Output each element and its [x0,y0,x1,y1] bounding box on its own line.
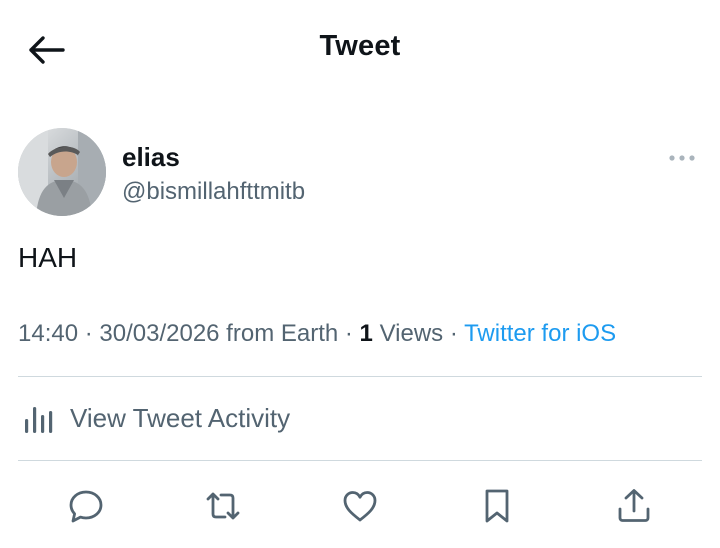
like-button[interactable] [336,478,384,534]
tweet-metadata: 14:40 · 30/03/2026 from Earth · 1 Views … [18,320,616,348]
tweet-text: HAH [18,242,78,273]
views-label: Views [372,320,444,347]
bookmark-button[interactable] [473,478,521,534]
more-horizontal-icon [669,155,695,161]
more-options-button[interactable] [662,146,702,170]
retweet-button[interactable] [199,478,247,534]
tweet-actions-bar [0,478,720,534]
avatar-photo [18,128,106,216]
reply-button[interactable] [62,478,110,534]
tweet-detail-page: Tweet elias @bismillahfttmitb HAH 14:40 … [0,0,720,548]
like-icon [343,491,377,522]
page-title: Tweet [319,30,401,62]
tweet-location: from Earth [219,320,339,347]
tweet-author: elias @bismillahfttmitb [18,128,702,218]
bookmark-icon [485,489,509,523]
share-icon [618,489,650,522]
top-bar: Tweet [0,0,720,100]
display-name[interactable]: elias [122,142,180,173]
user-handle[interactable]: @bismillahfttmitb [122,178,305,206]
bar-chart-icon [25,406,53,433]
tweet-time[interactable]: 14:40 [18,320,78,347]
tweet-date[interactable]: 30/03/2026 [99,320,219,347]
divider [18,460,702,461]
avatar[interactable] [18,128,106,216]
meta-separator: · [443,320,465,347]
meta-separator: · [78,320,100,347]
tweet-source-link[interactable]: Twitter for iOS [464,320,616,347]
reply-icon [69,490,103,523]
share-button[interactable] [610,478,658,534]
meta-separator: · [338,320,360,347]
retweet-icon [206,492,240,520]
view-tweet-activity-button[interactable]: View Tweet Activity [18,377,702,460]
views-count: 1 [359,320,373,347]
view-tweet-activity-label: View Tweet Activity [70,403,291,433]
